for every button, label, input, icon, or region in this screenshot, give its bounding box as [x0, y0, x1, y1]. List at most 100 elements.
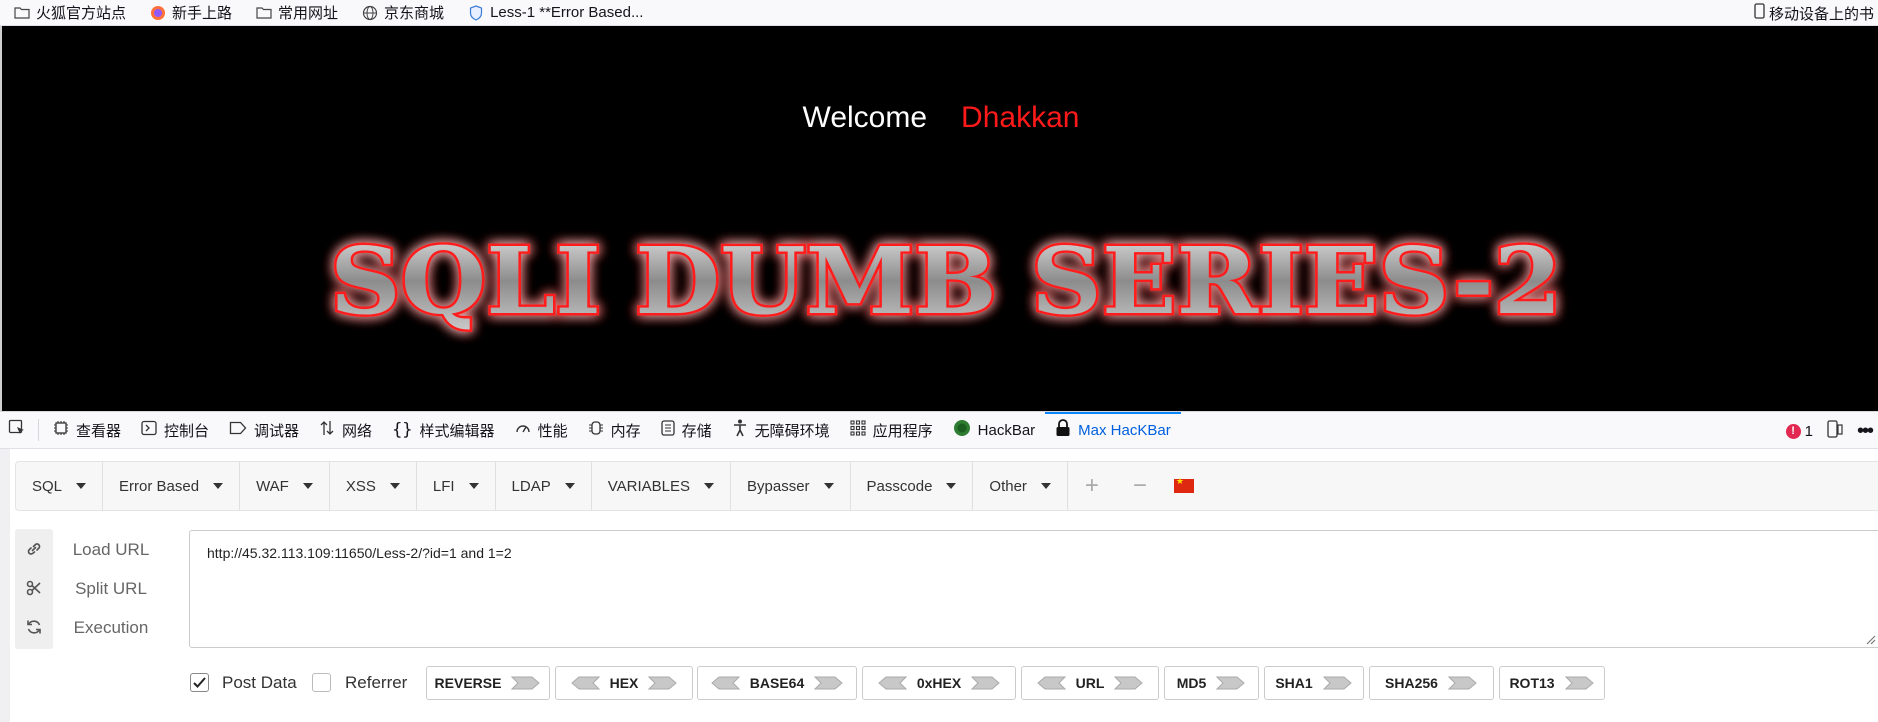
resize-handle-icon[interactable]: [1862, 631, 1876, 645]
arrow-left-icon: [570, 676, 600, 690]
hackbar-icon: [953, 419, 971, 441]
arrow-right-icon: [1447, 676, 1477, 690]
tab-memory[interactable]: 内存: [578, 412, 651, 448]
tab-storage[interactable]: 存储: [651, 412, 722, 448]
scissors-icon[interactable]: [26, 580, 42, 596]
md5-button[interactable]: MD5: [1164, 666, 1259, 700]
referrer-checkbox[interactable]: [312, 673, 331, 692]
menu-other[interactable]: Other: [973, 462, 1068, 510]
menu-error-based[interactable]: Error Based: [103, 462, 241, 510]
error-count-badge[interactable]: ! 1: [1785, 422, 1813, 440]
menu-waf[interactable]: WAF: [240, 462, 330, 510]
caret-down-icon: [389, 483, 400, 489]
user-name: Dhakkan: [961, 101, 1080, 134]
refresh-icon[interactable]: [26, 619, 42, 635]
hex-button[interactable]: HEX: [555, 666, 693, 700]
url-textarea[interactable]: http://45.32.113.109:11650/Less-2/?id=1 …: [189, 530, 1878, 648]
arrow-right-icon: [1114, 676, 1144, 690]
bookmark-item[interactable]: 京东商城: [347, 0, 453, 25]
welcome-text: Welcome: [802, 101, 928, 134]
mobile-icon: [1754, 3, 1765, 23]
tab-debugger[interactable]: 调试器: [219, 412, 309, 448]
tab-application[interactable]: 应用程序: [840, 412, 943, 448]
mobile-bookmarks[interactable]: 移动设备上的书: [1754, 0, 1878, 26]
menu-bypasser[interactable]: Bypasser: [731, 462, 851, 510]
post-data-checkbox[interactable]: [190, 673, 209, 692]
tab-accessibility[interactable]: 无障碍环境: [722, 412, 840, 448]
menu-sql[interactable]: SQL: [16, 462, 104, 510]
menu-label: LDAP: [511, 477, 551, 495]
menu-lfi[interactable]: LFI: [417, 462, 496, 510]
menu-label: XSS: [345, 477, 376, 495]
encoder-label: SHA256: [1385, 675, 1438, 691]
folder-icon: [14, 6, 30, 20]
tab-console[interactable]: 控制台: [131, 412, 219, 448]
caret-down-icon: [1040, 483, 1051, 489]
tab-label: 查看器: [76, 422, 122, 440]
bookmarks-bar: 火狐官方站点 新手上路 常用网址 京东商城 Less-1 **Error Bas…: [0, 0, 1878, 26]
error-count: 1: [1804, 422, 1813, 440]
china-flag-icon[interactable]: [1173, 476, 1194, 493]
menu-passcode[interactable]: Passcode: [851, 462, 974, 510]
url-encode-button[interactable]: URL: [1021, 666, 1159, 700]
hackbar-menubar: SQL Error Based WAF XSS LFI LDAP VARIABL…: [15, 461, 1878, 511]
base64-button[interactable]: BASE64: [697, 666, 857, 700]
bookmark-label: Less-1 **Error Based...: [490, 4, 644, 21]
url-text: http://45.32.113.109:11650/Less-2/?id=1 …: [207, 545, 512, 561]
bookmark-item[interactable]: 常用网址: [241, 0, 347, 25]
menu-variables[interactable]: VARIABLES: [592, 462, 731, 510]
link-icon[interactable]: [26, 541, 42, 557]
tab-label: 无障碍环境: [754, 422, 830, 440]
encoder-label: SHA1: [1275, 675, 1313, 691]
menu-label: VARIABLES: [607, 477, 690, 495]
accessibility-icon: [732, 419, 748, 441]
tab-label: 性能: [537, 422, 568, 440]
encoder-label: 0xHEX: [916, 675, 962, 691]
bookmark-label: 常用网址: [278, 5, 339, 22]
tab-max-hackbar[interactable]: Max HacKBar: [1045, 412, 1181, 448]
menu-xss[interactable]: XSS: [330, 462, 417, 510]
tab-performance[interactable]: 性能: [505, 412, 578, 448]
tab-network[interactable]: 网络: [309, 412, 382, 448]
bookmark-item[interactable]: 新手上路: [135, 0, 241, 25]
reverse-button[interactable]: REVERSE: [426, 666, 550, 700]
firefox-icon: [150, 5, 166, 20]
tab-label: 内存: [610, 422, 641, 440]
dock-toggle-icon[interactable]: [1827, 420, 1843, 442]
tab-hackbar[interactable]: HackBar: [943, 412, 1046, 448]
devtools-right-controls: ! 1 •••: [1785, 412, 1878, 450]
rot13-button[interactable]: ROT13: [1499, 666, 1605, 700]
increase-button[interactable]: +: [1068, 462, 1116, 510]
execution-button[interactable]: Execution: [56, 618, 166, 638]
tab-label: 调试器: [254, 422, 300, 440]
menu-label: Bypasser: [747, 477, 810, 495]
menu-label: WAF: [256, 477, 289, 495]
menu-label: SQL: [32, 477, 63, 495]
sha256-button[interactable]: SHA256: [1369, 666, 1494, 700]
menu-label: Other: [989, 477, 1027, 495]
arrow-right-icon: [511, 676, 541, 690]
0xhex-button[interactable]: 0xHEX: [862, 666, 1016, 700]
tab-inspector[interactable]: 查看器: [43, 412, 131, 448]
decrease-button[interactable]: −: [1116, 462, 1164, 510]
caret-down-icon: [946, 483, 957, 489]
element-picker-button[interactable]: [0, 412, 34, 448]
minus-icon: −: [1132, 472, 1147, 499]
bookmark-item[interactable]: Less-1 **Error Based...: [453, 0, 652, 25]
plus-icon: +: [1084, 472, 1099, 499]
tab-style-editor[interactable]: {} 样式编辑器: [382, 412, 505, 448]
inspector-icon: [53, 420, 69, 440]
load-url-button[interactable]: Load URL: [56, 540, 166, 560]
menu-ldap[interactable]: LDAP: [496, 462, 592, 510]
hackbar-bottom-bar: Post Data Referrer REVERSE HEX BASE64 0x…: [10, 666, 1878, 700]
globe-icon: [362, 5, 378, 20]
sha1-button[interactable]: SHA1: [1264, 666, 1364, 700]
more-options-icon[interactable]: •••: [1857, 420, 1874, 443]
error-icon: !: [1785, 423, 1801, 439]
braces-icon: {}: [392, 420, 413, 440]
bookmark-item[interactable]: 火狐官方站点: [0, 0, 135, 25]
welcome-line: Welcome Dhakkan: [2, 101, 1878, 135]
caret-down-icon: [76, 483, 87, 489]
encoder-label: BASE64: [749, 675, 805, 691]
split-url-button[interactable]: Split URL: [56, 579, 166, 599]
